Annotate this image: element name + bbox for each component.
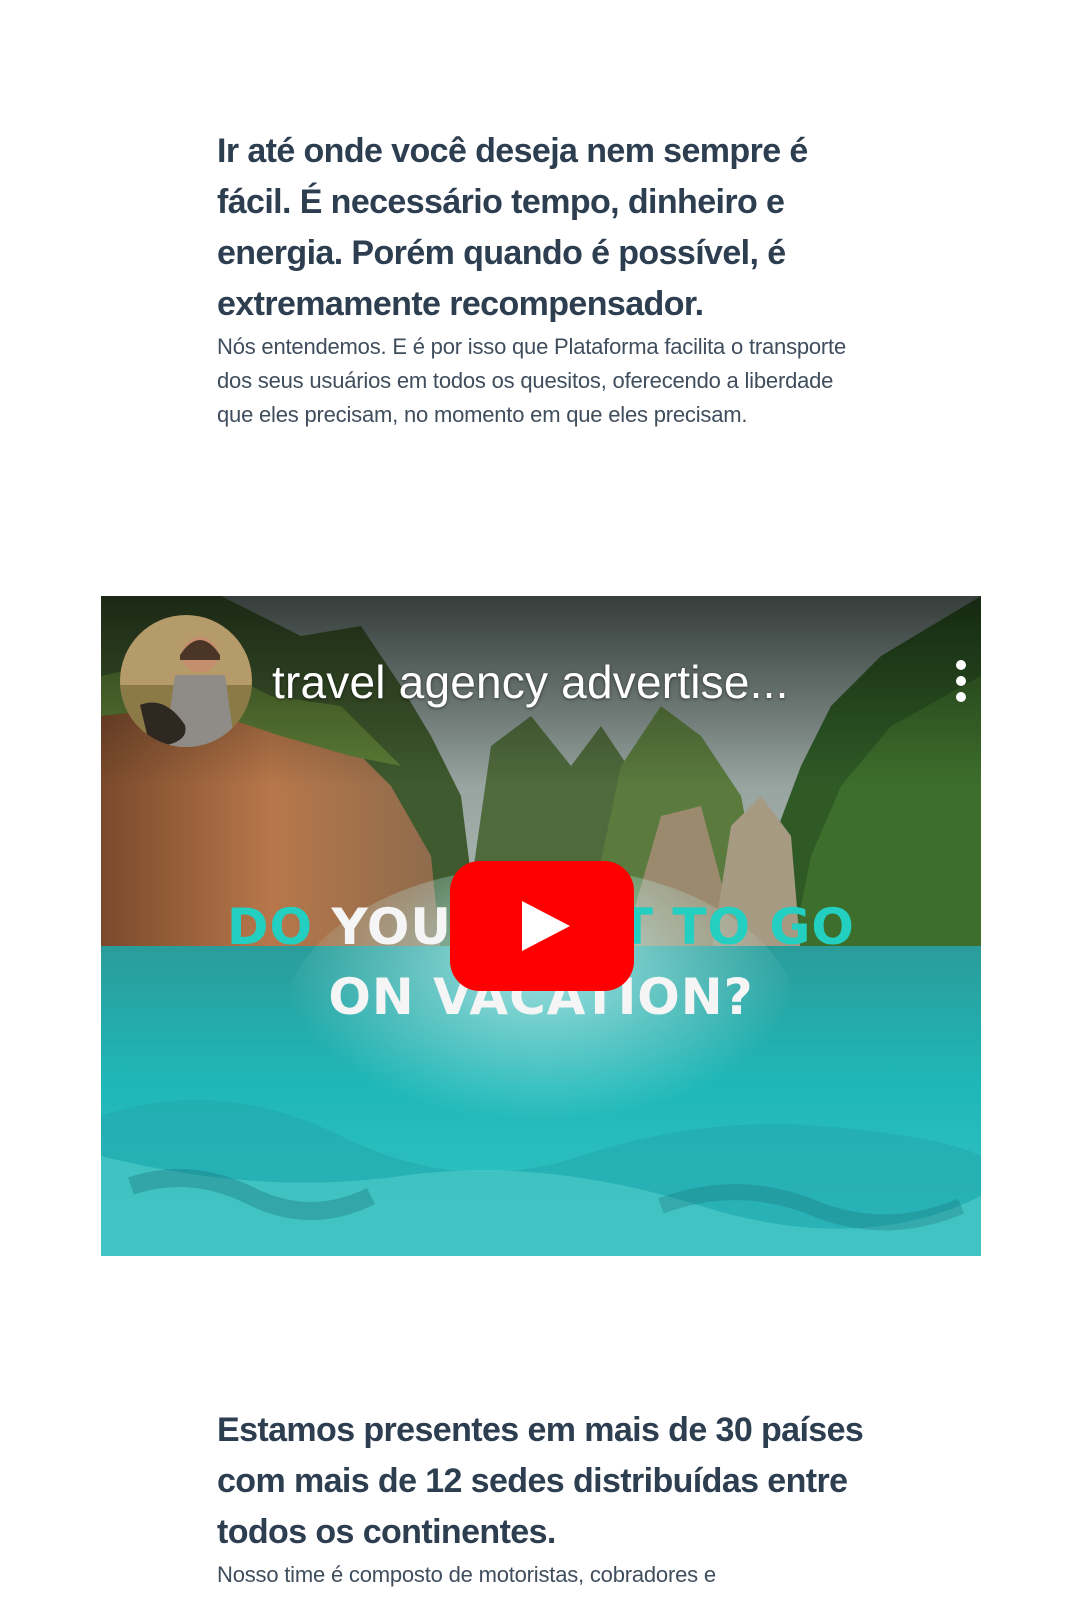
more-options-icon[interactable]	[951, 660, 971, 708]
caption-word-you: YOU	[331, 898, 453, 956]
youtube-video-embed[interactable]: travel agency advertise... DO YOU T TO G…	[101, 596, 981, 1256]
intro-headline: Ir até onde você deseja nem sempre é fác…	[217, 132, 808, 323]
caption-word-to-go: T TO GO	[618, 898, 855, 956]
presence-headline: Estamos presentes em mais de 30 países c…	[217, 1411, 864, 1551]
video-title[interactable]: travel agency advertise...	[272, 654, 789, 710]
caption-word-do: DO	[227, 898, 314, 956]
play-button[interactable]	[450, 861, 634, 991]
presence-section: Estamos presentes em mais de 30 países c…	[217, 1405, 867, 1592]
play-icon	[522, 901, 570, 951]
presence-paragraph: Nosso time é composto de motoristas, cob…	[217, 1562, 716, 1587]
channel-avatar-icon[interactable]	[120, 615, 252, 747]
intro-section: Ir até onde você deseja nem sempre é fác…	[217, 126, 867, 432]
intro-paragraph: Nós entendemos. E é por isso que Platafo…	[217, 334, 847, 427]
